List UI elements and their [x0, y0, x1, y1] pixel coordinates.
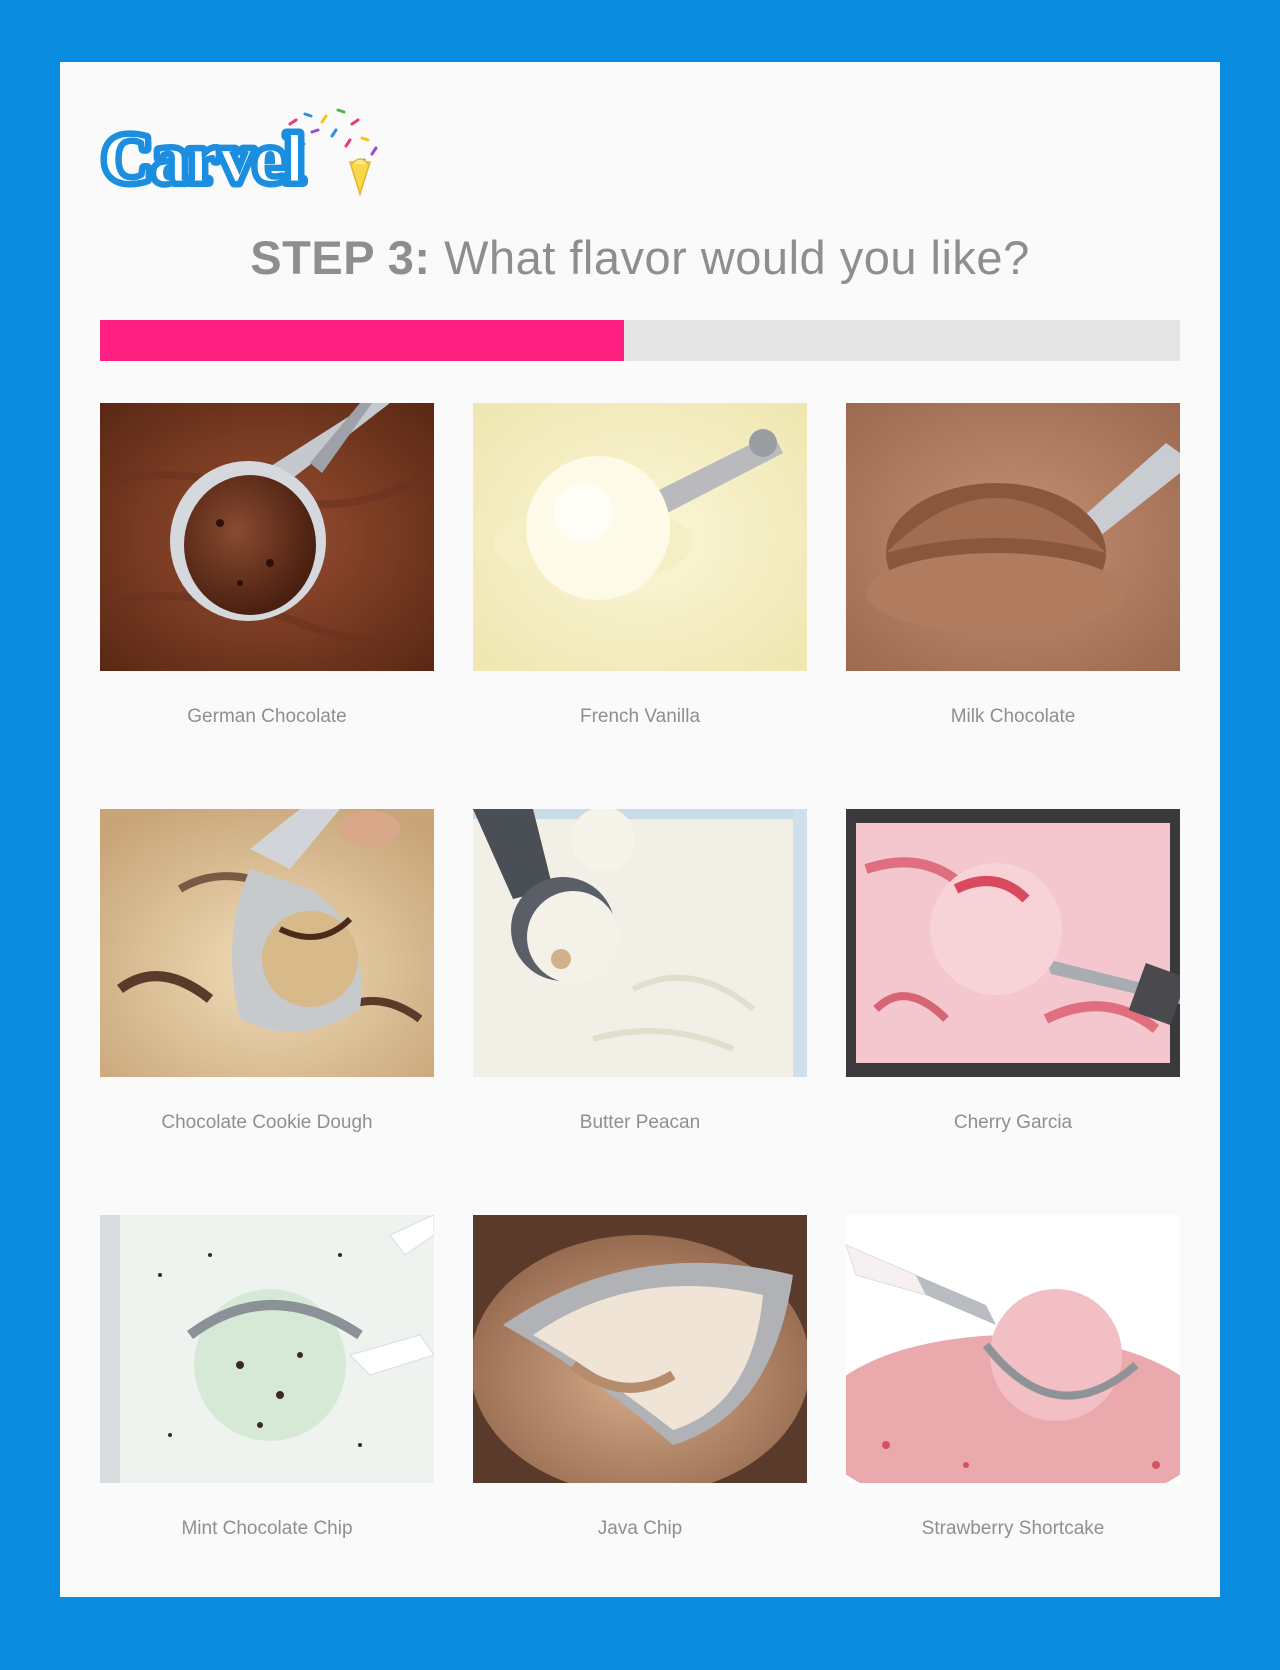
flavor-tile-chocolate-cookie-dough[interactable] [100, 809, 434, 1077]
flavor-label: Strawberry Shortcake [921, 1518, 1105, 1539]
flavor-label: Milk Chocolate [950, 706, 1076, 727]
flavor-tile-strawberry-shortcake[interactable] [846, 1215, 1180, 1483]
flavor-tile-butter-peacan[interactable] [473, 809, 807, 1077]
carvel-logo: Carvel Carvel [100, 102, 390, 202]
flavor-tile-german-chocolate[interactable] [100, 403, 434, 671]
flavor-label: Cherry Garcia [953, 1112, 1073, 1133]
flavor-label: Mint Chocolate Chip [181, 1518, 353, 1539]
flavor-tile-milk-chocolate[interactable] [846, 403, 1180, 671]
flavor-step-card: Carvel Carvel STEP 3: What flavor would … [60, 62, 1220, 1597]
flavor-label: Butter Peacan [579, 1112, 701, 1133]
logo-wordmark-fill: Carvel [102, 121, 304, 198]
flavor-tile-french-vanilla[interactable] [473, 403, 807, 671]
german-chocolate-photo [100, 403, 434, 671]
flavor-tile-mint-chocolate-chip[interactable] [100, 1215, 434, 1483]
strawberry-shortcake-photo [846, 1215, 1180, 1483]
step-label: STEP 3: [250, 231, 431, 284]
page-title: STEP 3: What flavor would you like? [60, 230, 1220, 285]
flavor-label: French Vanilla [579, 706, 701, 727]
mint-chocolate-chip-photo [100, 1215, 434, 1483]
progress-bar [100, 320, 1180, 361]
flavor-label: Java Chip [597, 1518, 683, 1539]
flavor-tile-java-chip[interactable] [473, 1215, 807, 1483]
step-question: What flavor would you like? [444, 231, 1030, 284]
butter-peacan-photo [473, 809, 807, 1077]
chocolate-cookie-dough-photo [100, 809, 434, 1077]
java-chip-photo [473, 1215, 807, 1483]
flavor-tile-cherry-garcia[interactable] [846, 809, 1180, 1077]
progress-fill [100, 320, 624, 361]
cherry-garcia-photo [846, 809, 1180, 1077]
flavor-label: German Chocolate [187, 706, 347, 727]
french-vanilla-photo [473, 403, 807, 671]
milk-chocolate-photo [846, 403, 1180, 671]
flavor-label: Chocolate Cookie Dough [161, 1112, 373, 1133]
